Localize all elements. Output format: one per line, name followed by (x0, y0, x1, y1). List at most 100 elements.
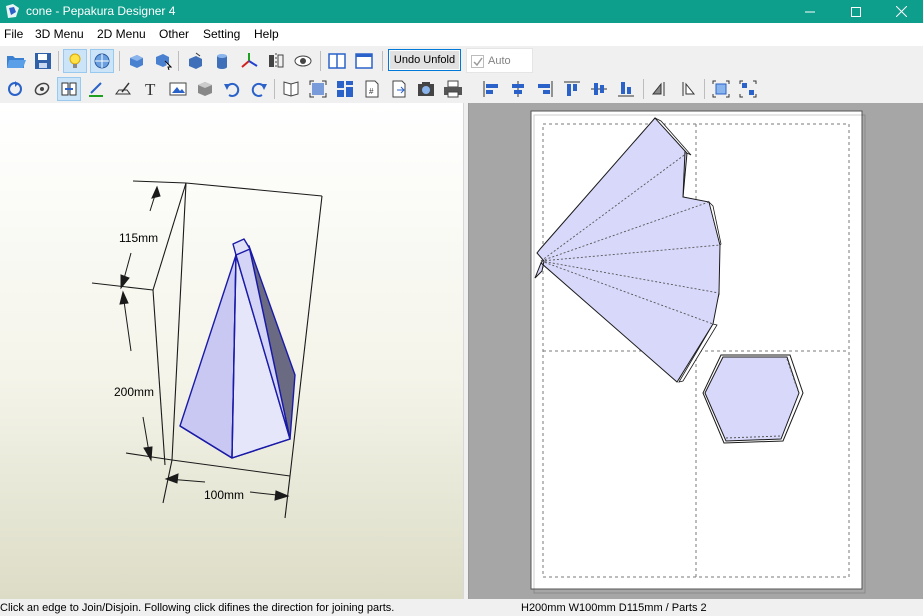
flip-right-icon (682, 82, 696, 96)
mirror-button[interactable] (264, 49, 288, 73)
layout-grid-icon (337, 81, 353, 97)
flip-left-button[interactable] (648, 77, 672, 101)
save-icon (35, 53, 51, 69)
maximize-icon (851, 6, 861, 17)
rotate-arrows-icon (8, 81, 22, 96)
align-center-h-button[interactable] (506, 77, 530, 101)
print-button[interactable] (441, 77, 465, 101)
page-number-button[interactable]: # (360, 77, 384, 101)
lightbulb-icon (69, 53, 81, 68)
auto-checkbox-group[interactable]: Auto (466, 48, 533, 73)
undo-icon (224, 82, 240, 97)
split-view-button[interactable] (325, 49, 349, 73)
3d-view[interactable]: 115mm 200mm 100mm (0, 103, 463, 599)
close-icon (895, 6, 907, 17)
minimize-icon (805, 11, 815, 12)
orbit-button[interactable] (30, 77, 54, 101)
fold-line-button[interactable] (84, 77, 108, 101)
camera-icon (418, 82, 434, 96)
3d-model-canvas[interactable]: 115mm 200mm 100mm (0, 103, 463, 599)
group-button[interactable] (709, 77, 733, 101)
redo-button[interactable] (247, 77, 271, 101)
save-button[interactable] (31, 49, 55, 73)
text-button[interactable]: T (139, 77, 163, 101)
ungroup-button[interactable] (736, 77, 760, 101)
folder-open-icon (7, 56, 26, 68)
view-button[interactable] (291, 49, 315, 73)
unfold-select-button[interactable] (151, 49, 175, 73)
rotate-button[interactable] (3, 77, 27, 101)
2d-view[interactable] (469, 103, 923, 599)
svg-text:#: # (369, 87, 374, 96)
align-bottom-icon (618, 82, 634, 97)
depth-dimension-label: 115mm (119, 231, 158, 245)
fit-view-button[interactable] (306, 77, 330, 101)
align-right-button[interactable] (533, 77, 557, 101)
open-button[interactable] (4, 49, 28, 73)
cylinder-tool-button[interactable] (210, 49, 234, 73)
book-open-icon (283, 81, 299, 97)
toolbar-3d: T # (0, 75, 467, 103)
align-left-button[interactable] (479, 77, 503, 101)
undo-button[interactable] (220, 77, 244, 101)
snapshot-button[interactable] (414, 77, 438, 101)
toolbar-2d (469, 75, 923, 103)
menu-setting[interactable]: Setting (203, 27, 240, 41)
fit-icon (309, 80, 327, 98)
menu-3d[interactable]: 3D Menu (35, 27, 84, 41)
join-edge-button[interactable] (57, 77, 81, 101)
light-toggle-button[interactable] (63, 49, 87, 73)
join-edge-icon (61, 82, 77, 96)
status-bar: Click an edge to Join/Disjoin. Following… (0, 599, 923, 616)
align-left-icon (483, 81, 498, 97)
split-view-icon (328, 53, 346, 69)
texture-toggle-button[interactable] (90, 49, 114, 73)
parts-button[interactable] (193, 77, 217, 101)
fold-view-button[interactable] (279, 77, 303, 101)
flip-right-button[interactable] (675, 77, 699, 101)
pepakura-app-icon[interactable] (4, 3, 21, 20)
align-center-icon (512, 81, 524, 97)
close-button[interactable] (878, 0, 923, 23)
redo-icon (251, 82, 267, 97)
minimize-button[interactable] (787, 0, 833, 23)
cube-gray-icon (198, 82, 212, 96)
unfold-button[interactable] (124, 49, 148, 73)
align-top-button[interactable] (560, 77, 584, 101)
axis-button[interactable] (237, 49, 261, 73)
auto-label: Auto (488, 55, 511, 67)
undo-unfold-button[interactable]: Undo Unfold (388, 49, 461, 71)
export-page-button[interactable] (387, 77, 411, 101)
mirror-icon (269, 53, 284, 69)
svg-text:T: T (145, 80, 156, 98)
image-icon (169, 82, 187, 96)
menu-file[interactable]: File (4, 27, 23, 41)
hexagon-base-part[interactable] (702, 354, 804, 444)
auto-checkbox[interactable] (471, 55, 484, 68)
window-title: cone - Pepakura Designer 4 (26, 4, 176, 18)
image-button[interactable] (166, 77, 190, 101)
align-middle-button[interactable] (587, 77, 611, 101)
align-bottom-button[interactable] (614, 77, 638, 101)
box-tool-button[interactable] (183, 49, 207, 73)
align-top-icon (564, 81, 580, 96)
menu-bar: File 3D Menu 2D Menu Other Setting Help (0, 23, 923, 46)
cube-arrow-icon (130, 55, 143, 68)
page-export-icon (392, 80, 406, 98)
status-dimensions: H200mm W100mm D115mm / Parts 2 (521, 602, 707, 614)
maximize-button[interactable] (833, 0, 879, 23)
menu-2d[interactable]: 2D Menu (97, 27, 146, 41)
orbit-icon (34, 82, 50, 96)
printer-icon (444, 80, 462, 98)
menu-other[interactable]: Other (159, 27, 189, 41)
cone-model[interactable] (179, 238, 296, 459)
menu-help[interactable]: Help (254, 27, 279, 41)
single-view-button[interactable] (352, 49, 376, 73)
2d-pattern-canvas[interactable] (469, 103, 923, 599)
group-icon (712, 80, 730, 98)
align-middle-icon (591, 83, 607, 95)
text-icon: T (145, 80, 156, 98)
layout-button[interactable] (333, 77, 357, 101)
sphere-texture-icon (94, 53, 110, 69)
edit-flap-button[interactable] (111, 77, 135, 101)
